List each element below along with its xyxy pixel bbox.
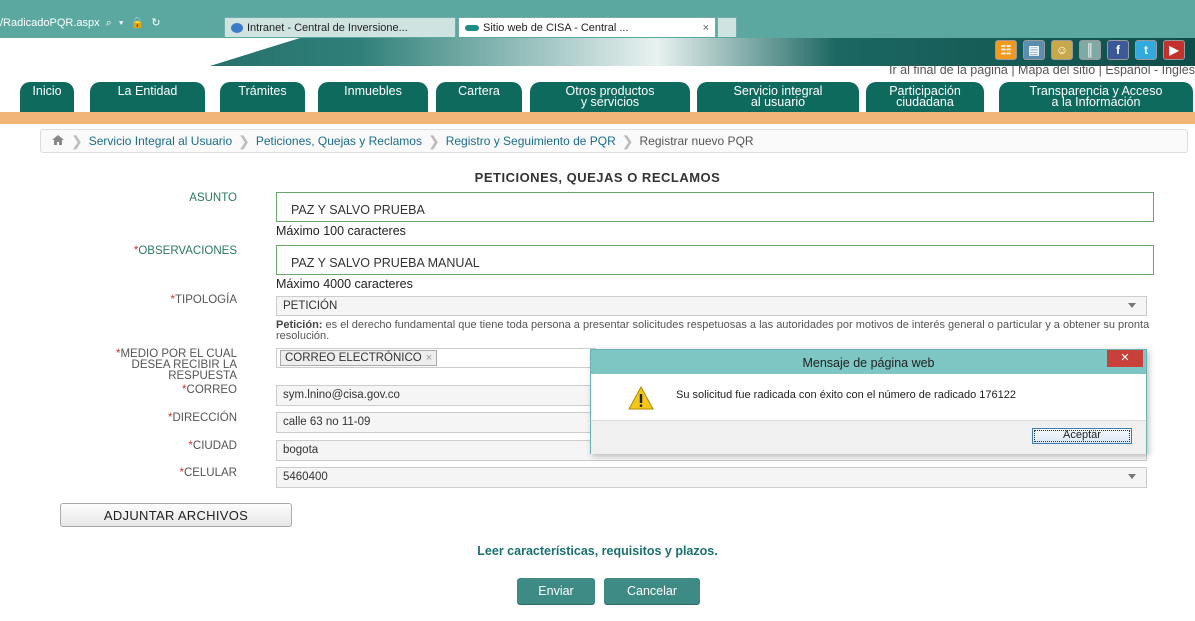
asunto-label: ASUNTO [189,192,237,204]
nav-label: Inmuebles [344,84,402,98]
new-tab-button[interactable] [717,17,737,37]
nav-transparencia[interactable]: Transparencia y Acceso a la Información [999,82,1193,112]
observaciones-input[interactable]: PAZ Y SALVO PRUEBA MANUAL [276,245,1154,275]
breadcrumb-separator-icon: ❯ [238,132,250,149]
observaciones-label-text: OBSERVACIONES [138,245,237,257]
breadcrumb-separator-icon: ❯ [427,132,440,149]
chevron-down-icon [1128,303,1136,308]
tab-close-icon[interactable]: × [703,22,709,34]
asunto-label-text: ASUNTO [189,192,237,204]
tipologia-description: Petición: es el derecho fundamental que … [276,320,1156,342]
breadcrumb-separator-icon: ❯ [621,132,634,149]
celular-label: *CELULAR [179,467,237,479]
cancel-button[interactable]: Cancelar [604,578,700,604]
read-requirements-link[interactable]: Leer características, requisitos y plazo… [0,544,1195,558]
address-tools-icon[interactable]: ⌕ ▾ 🔒 ↻ [106,16,163,30]
nav-label-line2: y servicios [580,95,640,109]
form-title: PETICIONES, QUEJAS O RECLAMOS [474,170,721,185]
browser-tab-intranet[interactable]: Intranet - Central de Inversione... [224,17,456,37]
facebook-icon[interactable]: f [1107,40,1129,60]
observaciones-label: *OBSERVACIONES [134,245,237,257]
ciudad-label: *CIUDAD [188,440,237,452]
tag-remove-icon[interactable]: × [426,352,432,364]
browser-tab-cisa[interactable]: Sitio web de CISA - Central ... × [458,17,716,37]
ciudad-label-text: CIUDAD [192,440,237,452]
dialog-close-icon[interactable]: ✕ [1107,350,1143,367]
medio-tag: CORREO ELECTRÓNICO × [280,350,438,366]
address-text[interactable]: /RadicadoPQR.aspx [0,17,100,29]
observaciones-hint: Máximo 4000 caracteres [276,277,413,291]
breadcrumb-servicio-integral[interactable]: Servicio Integral al Usuario [89,134,232,148]
dialog-title: Mensaje de página web [802,356,935,370]
breadcrumb: ❯ Servicio Integral al Usuario ❯ Peticio… [40,129,1188,153]
medio-label-line3: RESPUESTA [168,370,237,382]
nav-label-line2: al usuario [750,95,806,109]
medio-label: *MEDIO POR EL CUAL DESEA RECIBIR LA RESP… [116,348,237,382]
ie-icon [231,22,243,33]
medio-tag-label: CORREO ELECTRÓNICO [285,352,422,364]
correo-value: sym.lnino@cisa.gov.co [283,389,400,401]
chat-icon[interactable]: ☺ [1051,40,1073,60]
asunto-input[interactable]: PAZ Y SALVO PRUEBA [276,192,1154,222]
address-bar[interactable]: /RadicadoPQR.aspx ⌕ ▾ 🔒 ↻ [0,16,163,30]
nav-underline [0,112,1195,124]
tipologia-value: PETICIÓN [283,300,338,312]
rss-icon[interactable]: ☷ [995,40,1017,60]
direccion-label: *DIRECCIÓN [168,412,237,424]
ciudad-value: bogota [283,444,319,456]
youtube-icon[interactable]: ▶ [1163,40,1185,60]
tab-label: Sitio web de CISA - Central ... [483,21,629,34]
network-icon[interactable]: ║ [1079,40,1101,60]
breadcrumb-separator-icon: ❯ [71,132,83,149]
nav-otros-productos[interactable]: Otros productos y servicios [530,82,690,112]
chevron-down-icon [1128,474,1136,479]
breadcrumb-pqr[interactable]: Peticiones, Quejas y Reclamos [256,134,422,148]
correo-label-text: CORREO [186,384,237,396]
mail-icon[interactable]: ▤ [1023,40,1045,60]
tipologia-label-text: TIPOLOGÍA [175,294,237,306]
warning-icon [628,385,654,410]
tipologia-desc-text: es el derecho fundamental que tiene toda… [276,319,1150,342]
nav-label: La Entidad [117,84,178,98]
nav-tramites[interactable]: Trámites [220,82,305,112]
asunto-hint: Máximo 100 caracteres [276,224,406,238]
nav-inmuebles[interactable]: Inmuebles [318,82,428,112]
tipologia-label: *TIPOLOGÍA [171,294,237,306]
twitter-icon[interactable]: t [1135,40,1157,60]
breadcrumb-current: Registrar nuevo PQR [639,134,754,148]
nav-inicio[interactable]: Inicio [20,82,74,112]
send-button[interactable]: Enviar [517,578,595,604]
nav-label: Trámites [238,84,287,98]
breadcrumb-registro[interactable]: Registro y Seguimiento de PQR [446,134,616,148]
dialog-message: Su solicitud fue radicada con éxito con … [676,389,1017,401]
celular-label-text: CELULAR [183,467,237,479]
celular-value: 5460400 [283,471,328,483]
correo-label: *CORREO [182,384,237,396]
nav-label: Cartera [458,84,500,98]
home-icon[interactable] [51,134,65,149]
nav-participacion[interactable]: Participación ciudadana [866,82,984,112]
attach-files-button[interactable]: ADJUNTAR ARCHIVOS [60,503,292,527]
nav-label-line2: ciudadana [896,95,954,109]
social-icons: ☷ ▤ ☺ ║ f t ▶ [995,40,1185,60]
direccion-value: calle 63 no 11-09 [283,416,371,428]
celular-input[interactable]: 5460400 [276,467,1147,488]
nav-label: Inicio [32,84,62,98]
nav-cartera[interactable]: Cartera [436,82,522,112]
direccion-label-text: DIRECCIÓN [172,412,237,424]
dialog-ok-button[interactable]: Aceptar [1032,428,1132,444]
tipologia-select[interactable]: PETICIÓN [276,296,1147,316]
nav-label-line2: a la Información [1051,95,1141,109]
top-links[interactable]: Ir al final de la página | Mapa del siti… [889,63,1195,77]
cisa-favicon-icon [465,24,479,31]
tab-label: Intranet - Central de Inversione... [247,21,408,34]
nav-servicio-integral[interactable]: Servicio integral al usuario [697,82,859,112]
nav-la-entidad[interactable]: La Entidad [90,82,205,112]
